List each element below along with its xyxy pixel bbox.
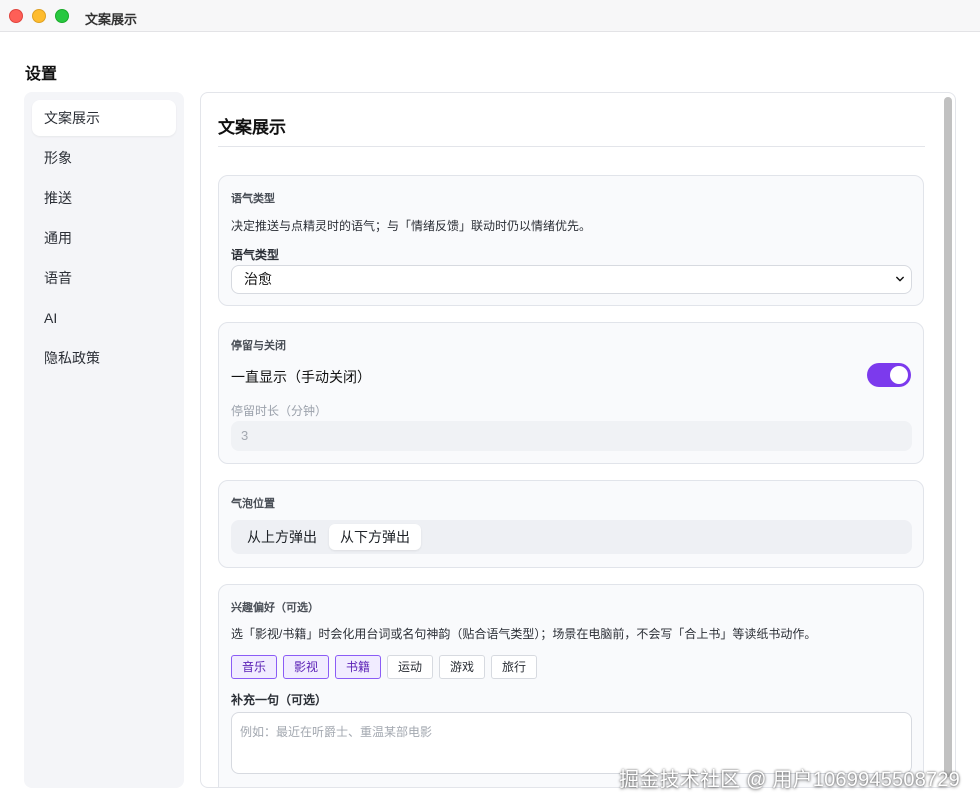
chip-travel[interactable]: 旅行 bbox=[491, 655, 538, 679]
chip-books[interactable]: 书籍 bbox=[335, 655, 382, 679]
always-show-label: 一直显示（手动关闭） bbox=[231, 369, 371, 385]
maximize-window-button[interactable] bbox=[55, 9, 69, 23]
bubble-card-title: 气泡位置 bbox=[231, 498, 275, 510]
settings-panel: 文案展示 语气类型 决定推送与点精灵时的语气；与「情绪反馈」联动时仍以情绪优先。… bbox=[200, 92, 956, 788]
extra-note-placeholder: 例如：最近在听爵士、重温某部电影 bbox=[240, 725, 433, 739]
sidebar-item-voice[interactable]: 语音 bbox=[32, 260, 176, 296]
tone-description: 决定推送与点精灵时的语气；与「情绪反馈」联动时仍以情绪优先。 bbox=[231, 219, 592, 233]
sidebar-item-push[interactable]: 推送 bbox=[32, 180, 176, 216]
interests-card: 兴趣偏好（可选） 选「影视/书籍」时会化用台词或名句神韵（贴合语气类型）；场景在… bbox=[218, 584, 924, 787]
chevron-down-icon bbox=[896, 276, 904, 282]
sidebar-item-ai[interactable]: AI bbox=[32, 300, 176, 336]
title-bar: 文案展示 bbox=[0, 0, 980, 32]
toggle-knob bbox=[890, 366, 908, 384]
sidebar-item-avatar[interactable]: 形象 bbox=[32, 140, 176, 176]
chip-music[interactable]: 音乐 bbox=[231, 655, 278, 679]
tone-card: 语气类型 决定推送与点精灵时的语气；与「情绪反馈」联动时仍以情绪优先。 语气类型… bbox=[218, 175, 924, 306]
chip-film[interactable]: 影视 bbox=[283, 655, 330, 679]
minimize-window-button[interactable] bbox=[32, 9, 46, 23]
panel-title: 文案展示 bbox=[218, 113, 925, 147]
tone-card-title: 语气类型 bbox=[231, 193, 275, 205]
bubble-position-card: 气泡位置 从上方弹出 从下方弹出 bbox=[218, 480, 924, 568]
sidebar-item-privacy[interactable]: 隐私政策 bbox=[32, 340, 176, 376]
stay-close-card: 停留与关闭 一直显示（手动关闭） 停留时长（分钟） 3 bbox=[218, 322, 924, 464]
bubble-option-bottom[interactable]: 从下方弹出 bbox=[329, 524, 421, 550]
stay-card-title: 停留与关闭 bbox=[231, 340, 286, 352]
interests-card-title: 兴趣偏好（可选） bbox=[231, 602, 319, 614]
sidebar-item-general[interactable]: 通用 bbox=[32, 220, 176, 256]
always-show-toggle[interactable] bbox=[867, 363, 911, 387]
tone-select-value: 治愈 bbox=[244, 271, 272, 287]
tone-field-label: 语气类型 bbox=[231, 248, 280, 262]
page-title: 设置 bbox=[25, 66, 58, 83]
bubble-position-segmented-control: 从上方弹出 从下方弹出 bbox=[231, 520, 912, 554]
tone-select[interactable]: 治愈 bbox=[231, 265, 912, 294]
duration-input: 3 bbox=[231, 421, 912, 451]
sidebar-item-copy-display[interactable]: 文案展示 bbox=[32, 100, 176, 136]
chip-games[interactable]: 游戏 bbox=[439, 655, 486, 679]
close-window-button[interactable] bbox=[9, 9, 23, 23]
window-title: 文案展示 bbox=[85, 12, 138, 27]
chip-sports[interactable]: 运动 bbox=[387, 655, 434, 679]
settings-sidebar: 文案展示 形象 推送 通用 语音 AI 隐私政策 bbox=[24, 92, 184, 788]
watermark-text: 掘金技术社区 @ 用户1069945508729 bbox=[619, 769, 960, 791]
bubble-option-top[interactable]: 从上方弹出 bbox=[236, 524, 328, 550]
extra-note-label: 补充一句（可选） bbox=[231, 693, 328, 707]
duration-label: 停留时长（分钟） bbox=[231, 404, 328, 418]
panel-scrollbar[interactable] bbox=[944, 97, 952, 777]
interests-description: 选「影视/书籍」时会化用台词或名句神韵（贴合语气类型）；场景在电脑前，不会写「合… bbox=[231, 627, 817, 641]
